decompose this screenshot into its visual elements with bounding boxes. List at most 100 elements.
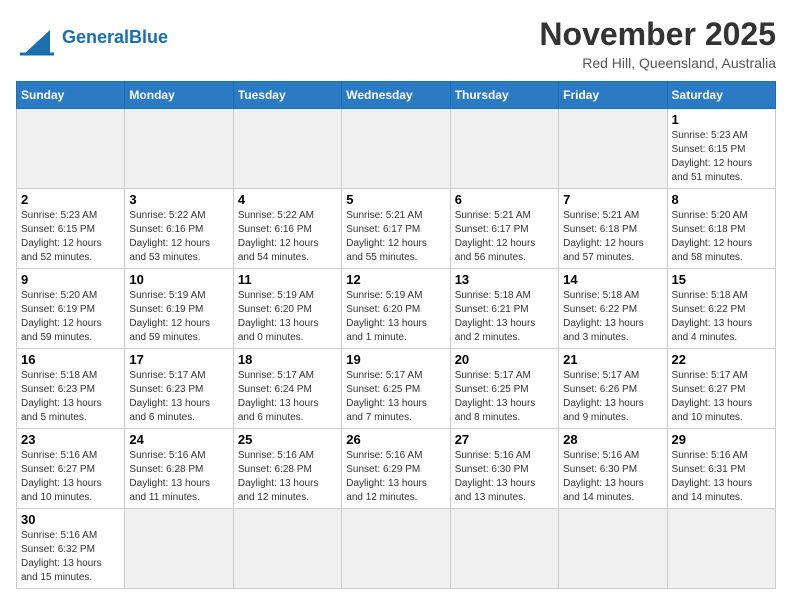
calendar-cell: 20Sunrise: 5:17 AM Sunset: 6:25 PM Dayli…	[450, 349, 558, 429]
day-number: 26	[346, 432, 445, 447]
calendar-cell: 30 Sunrise: 5:16 AM Sunset: 6:32 PM Dayli…	[17, 509, 125, 589]
day-number: 16	[21, 352, 120, 367]
day-info: Sunrise: 5:22 AM Sunset: 6:16 PM Dayligh…	[129, 209, 228, 265]
day-info: Sunrise: 5:23 AM Sunset: 6:15 PM Dayligh…	[672, 129, 771, 185]
calendar-cell	[125, 109, 233, 189]
calendar-cell: 9 Sunrise: 5:20 AM Sunset: 6:19 PM Daylig…	[17, 269, 125, 349]
day-number: 18	[238, 352, 337, 367]
calendar-week-row: 1 Sunrise: 5:23 AM Sunset: 6:15 PM Daylig…	[17, 109, 776, 189]
day-info: Sunrise: 5:21 AM Sunset: 6:17 PM Dayligh…	[455, 209, 554, 265]
weekday-header-sunday: Sunday	[17, 82, 125, 109]
day-info: Sunrise: 5:18 AM Sunset: 6:23 PM Dayligh…	[21, 369, 120, 425]
day-number: 15	[672, 272, 771, 287]
day-number: 17	[129, 352, 228, 367]
month-title: November 2025	[539, 16, 776, 53]
calendar-cell	[342, 109, 450, 189]
calendar-week-row: 30 Sunrise: 5:16 AM Sunset: 6:32 PM Dayli…	[17, 509, 776, 589]
calendar-cell: 7 Sunrise: 5:21 AM Sunset: 6:18 PM Daylig…	[559, 189, 667, 269]
day-number: 27	[455, 432, 554, 447]
weekday-header-thursday: Thursday	[450, 82, 558, 109]
day-info: Sunrise: 5:18 AM Sunset: 6:22 PM Dayligh…	[563, 289, 662, 345]
day-info: Sunrise: 5:21 AM Sunset: 6:17 PM Dayligh…	[346, 209, 445, 265]
day-info: Sunrise: 5:17 AM Sunset: 6:27 PM Dayligh…	[672, 369, 771, 425]
calendar-cell: 4 Sunrise: 5:22 AM Sunset: 6:16 PM Daylig…	[233, 189, 341, 269]
weekday-header-friday: Friday	[559, 82, 667, 109]
page-header: GeneralBlue November 2025 Red Hill, Quee…	[16, 16, 776, 71]
day-info: Sunrise: 5:19 AM Sunset: 6:20 PM Dayligh…	[346, 289, 445, 345]
day-info: Sunrise: 5:20 AM Sunset: 6:18 PM Dayligh…	[672, 209, 771, 265]
calendar-week-row: 9 Sunrise: 5:20 AM Sunset: 6:19 PM Daylig…	[17, 269, 776, 349]
calendar-cell: 27 Sunrise: 5:16 AM Sunset: 6:30 PM Dayli…	[450, 429, 558, 509]
calendar-cell: 1 Sunrise: 5:23 AM Sunset: 6:15 PM Daylig…	[667, 109, 775, 189]
calendar-cell: 22 Sunrise: 5:17 AM Sunset: 6:27 PM Dayli…	[667, 349, 775, 429]
day-number: 30	[21, 512, 120, 527]
day-info: Sunrise: 5:19 AM Sunset: 6:19 PM Dayligh…	[129, 289, 228, 345]
calendar-cell: 11Sunrise: 5:19 AM Sunset: 6:20 PM Dayli…	[233, 269, 341, 349]
day-number: 10	[129, 272, 228, 287]
day-info: Sunrise: 5:17 AM Sunset: 6:24 PM Dayligh…	[238, 369, 337, 425]
day-info: Sunrise: 5:16 AM Sunset: 6:30 PM Dayligh…	[455, 449, 554, 505]
day-info: Sunrise: 5:20 AM Sunset: 6:19 PM Dayligh…	[21, 289, 120, 345]
day-number: 3	[129, 192, 228, 207]
weekday-header-monday: Monday	[125, 82, 233, 109]
calendar-cell	[233, 509, 341, 589]
calendar-week-row: 2Sunrise: 5:23 AM Sunset: 6:15 PM Daylig…	[17, 189, 776, 269]
day-info: Sunrise: 5:18 AM Sunset: 6:21 PM Dayligh…	[455, 289, 554, 345]
calendar-cell: 12Sunrise: 5:19 AM Sunset: 6:20 PM Dayli…	[342, 269, 450, 349]
day-info: Sunrise: 5:16 AM Sunset: 6:30 PM Dayligh…	[563, 449, 662, 505]
calendar-cell: 28 Sunrise: 5:16 AM Sunset: 6:30 PM Dayli…	[559, 429, 667, 509]
logo-text: GeneralBlue	[62, 27, 168, 47]
day-info: Sunrise: 5:16 AM Sunset: 6:29 PM Dayligh…	[346, 449, 445, 505]
day-number: 2	[21, 192, 120, 207]
weekday-header-wednesday: Wednesday	[342, 82, 450, 109]
day-number: 22	[672, 352, 771, 367]
title-block: November 2025 Red Hill, Queensland, Aust…	[539, 16, 776, 71]
calendar-cell: 3 Sunrise: 5:22 AM Sunset: 6:16 PM Daylig…	[125, 189, 233, 269]
day-number: 6	[455, 192, 554, 207]
weekday-header-saturday: Saturday	[667, 82, 775, 109]
day-number: 20	[455, 352, 554, 367]
calendar-cell: 21Sunrise: 5:17 AM Sunset: 6:26 PM Dayli…	[559, 349, 667, 429]
day-number: 1	[672, 112, 771, 127]
calendar-cell	[125, 509, 233, 589]
calendar-cell: 13 Sunrise: 5:18 AM Sunset: 6:21 PM Dayli…	[450, 269, 558, 349]
calendar-cell: 8Sunrise: 5:20 AM Sunset: 6:18 PM Daylig…	[667, 189, 775, 269]
logo-icon	[16, 16, 58, 58]
calendar-cell	[450, 109, 558, 189]
day-info: Sunrise: 5:16 AM Sunset: 6:32 PM Dayligh…	[21, 529, 120, 585]
day-number: 28	[563, 432, 662, 447]
day-number: 5	[346, 192, 445, 207]
calendar-week-row: 23Sunrise: 5:16 AM Sunset: 6:27 PM Dayli…	[17, 429, 776, 509]
day-number: 25	[238, 432, 337, 447]
day-info: Sunrise: 5:22 AM Sunset: 6:16 PM Dayligh…	[238, 209, 337, 265]
day-number: 4	[238, 192, 337, 207]
day-info: Sunrise: 5:21 AM Sunset: 6:18 PM Dayligh…	[563, 209, 662, 265]
day-number: 24	[129, 432, 228, 447]
day-info: Sunrise: 5:17 AM Sunset: 6:25 PM Dayligh…	[346, 369, 445, 425]
calendar-cell: 24Sunrise: 5:16 AM Sunset: 6:28 PM Dayli…	[125, 429, 233, 509]
calendar-table: SundayMondayTuesdayWednesdayThursdayFrid…	[16, 81, 776, 589]
calendar-cell	[233, 109, 341, 189]
calendar-cell: 15 Sunrise: 5:18 AM Sunset: 6:22 PM Dayli…	[667, 269, 775, 349]
calendar-cell: 5 Sunrise: 5:21 AM Sunset: 6:17 PM Daylig…	[342, 189, 450, 269]
day-number: 7	[563, 192, 662, 207]
calendar-cell: 26 Sunrise: 5:16 AM Sunset: 6:29 PM Dayli…	[342, 429, 450, 509]
day-number: 9	[21, 272, 120, 287]
calendar-cell	[450, 509, 558, 589]
day-number: 19	[346, 352, 445, 367]
day-number: 14	[563, 272, 662, 287]
calendar-cell	[342, 509, 450, 589]
calendar-week-row: 16 Sunrise: 5:18 AM Sunset: 6:23 PM Dayli…	[17, 349, 776, 429]
calendar-cell: 19 Sunrise: 5:17 AM Sunset: 6:25 PM Dayli…	[342, 349, 450, 429]
weekday-header-tuesday: Tuesday	[233, 82, 341, 109]
calendar-cell: 14 Sunrise: 5:18 AM Sunset: 6:22 PM Dayli…	[559, 269, 667, 349]
calendar-cell	[667, 509, 775, 589]
calendar-cell: 18 Sunrise: 5:17 AM Sunset: 6:24 PM Dayli…	[233, 349, 341, 429]
day-number: 29	[672, 432, 771, 447]
day-number: 13	[455, 272, 554, 287]
day-info: Sunrise: 5:19 AM Sunset: 6:20 PM Dayligh…	[238, 289, 337, 345]
location-text: Red Hill, Queensland, Australia	[539, 55, 776, 71]
calendar-cell: 6 Sunrise: 5:21 AM Sunset: 6:17 PM Daylig…	[450, 189, 558, 269]
calendar-cell: 2Sunrise: 5:23 AM Sunset: 6:15 PM Daylig…	[17, 189, 125, 269]
day-info: Sunrise: 5:18 AM Sunset: 6:22 PM Dayligh…	[672, 289, 771, 345]
